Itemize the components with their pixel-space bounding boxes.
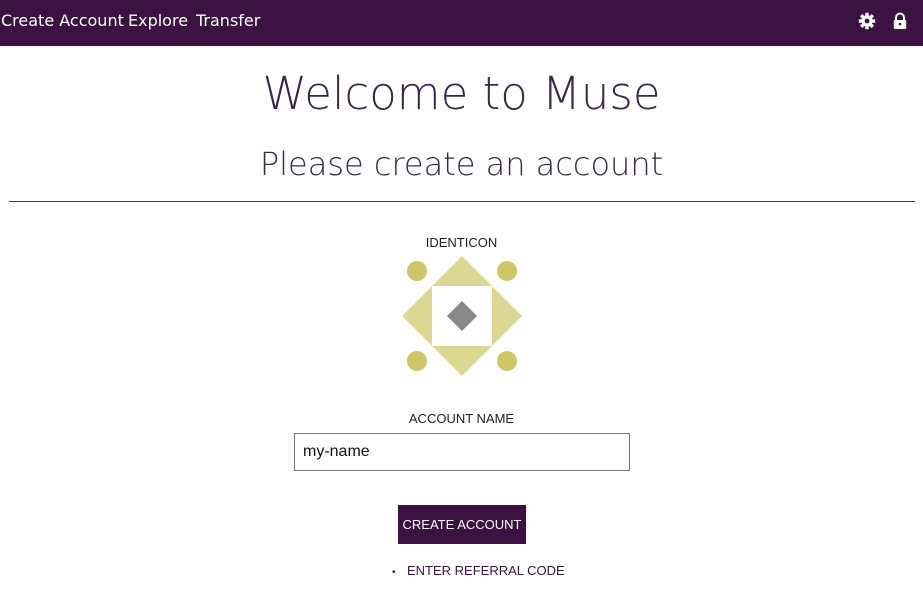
top-nav-bar: Create Account Explore Transfer (0, 0, 923, 46)
nav-transfer[interactable]: Transfer (196, 11, 260, 31)
nav-explore[interactable]: Explore (128, 11, 188, 31)
referral-code-link[interactable]: • ENTER REFERRAL CODE (392, 563, 565, 579)
page-title: Welcome to Muse (262, 67, 661, 120)
account-name-input[interactable] (294, 433, 630, 471)
referral-code-label: ENTER REFERRAL CODE (407, 563, 565, 578)
account-name-label: ACCOUNT NAME (408, 411, 515, 426)
nav-create-account[interactable]: Create Account (1, 11, 124, 31)
create-account-button[interactable]: CREATE ACCOUNT (398, 505, 526, 544)
bullet-icon: • (392, 567, 396, 578)
page-subtitle: Please create an account (259, 145, 664, 183)
identicon-label: IDENTICON (425, 235, 498, 250)
identicon-image (402, 256, 522, 376)
divider (9, 201, 915, 202)
gear-icon[interactable] (858, 12, 876, 30)
lock-icon[interactable] (891, 12, 909, 30)
